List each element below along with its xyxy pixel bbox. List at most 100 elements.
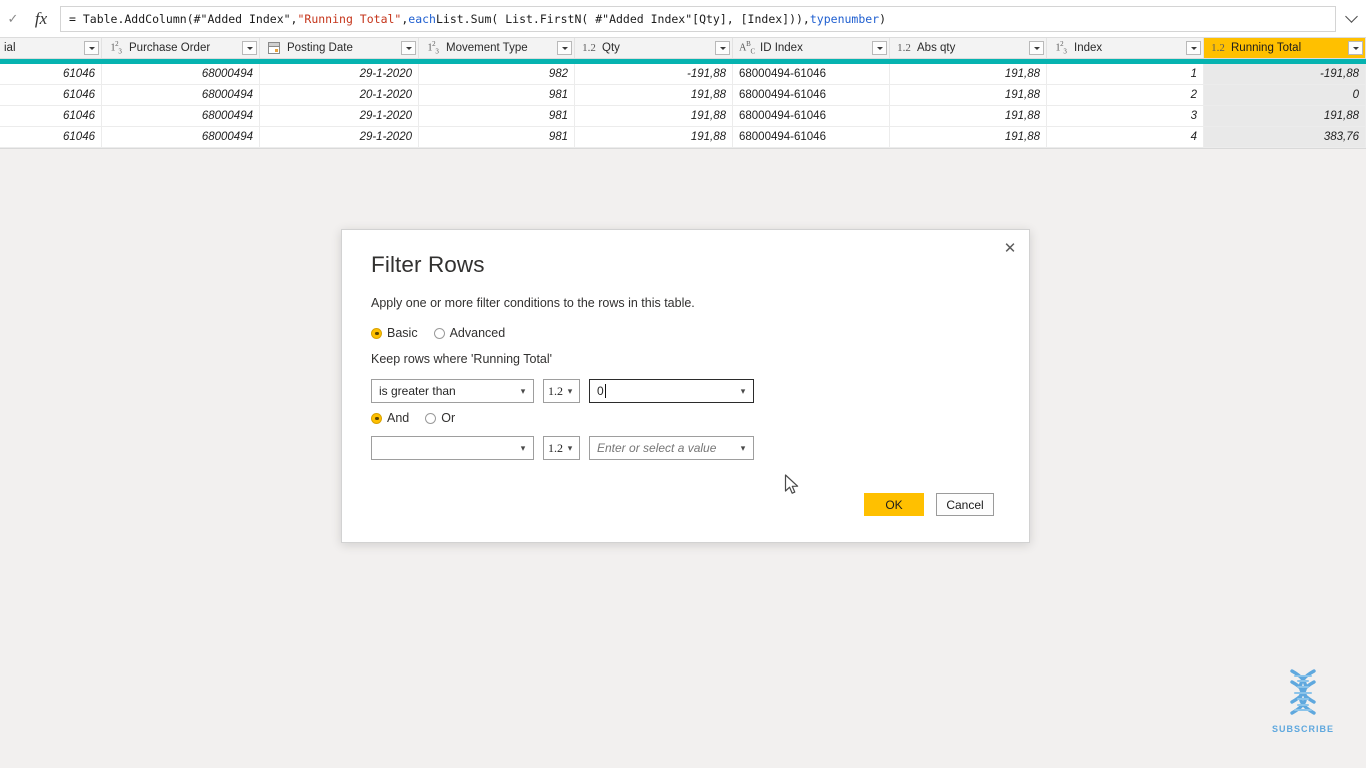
cell-ial[interactable]: 61046 <box>0 127 102 147</box>
cell-running-total[interactable]: 383,76 <box>1204 127 1366 147</box>
column-header-label: Index <box>1074 42 1103 54</box>
cell-posting-date[interactable]: 29-1-2020 <box>260 106 419 126</box>
abc-text-icon: ABC <box>739 40 755 56</box>
conjunction-radio-group: And Or <box>371 411 471 425</box>
cell-index[interactable]: 4 <box>1047 127 1204 147</box>
cell-purchase-order[interactable]: 68000494 <box>102 64 260 84</box>
radio-or-label: Or <box>441 411 456 425</box>
column-filter-dropdown[interactable] <box>84 41 99 55</box>
cell-running-total[interactable]: 0 <box>1204 85 1366 105</box>
cell-index[interactable]: 2 <box>1047 85 1204 105</box>
dialog-title: Filter Rows <box>371 252 485 277</box>
cell-id-index[interactable]: 68000494-61046 <box>733 127 890 147</box>
grid-bottom-border <box>0 148 1366 149</box>
subscribe-watermark: SUBSCRIBE <box>1264 668 1342 734</box>
column-header-label: Posting Date <box>287 42 353 54</box>
condition1-value-input[interactable]: 0 ▾ <box>589 379 754 403</box>
cell-qty[interactable]: 191,88 <box>575 127 733 147</box>
column-header-id-index[interactable]: ABC ID Index <box>733 38 890 58</box>
cell-qty[interactable]: 191,88 <box>575 85 733 105</box>
radio-or[interactable]: Or <box>425 411 455 425</box>
table-row[interactable]: 61046 68000494 20-1-2020 981 191,88 68000494-… <box>0 85 1366 106</box>
table-row[interactable]: 61046 68000494 29-1-2020 982 -191,88 68000494… <box>0 64 1366 85</box>
cell-purchase-order[interactable]: 68000494 <box>102 85 260 105</box>
radio-or-indicator <box>425 412 437 424</box>
cell-posting-date[interactable]: 20-1-2020 <box>260 85 419 105</box>
column-header-purchase-order[interactable]: 123 Purchase Order <box>102 38 260 58</box>
cell-movement-type[interactable]: 981 <box>419 85 575 105</box>
radio-advanced[interactable]: Advanced <box>433 326 505 340</box>
cell-ial[interactable]: 61046 <box>0 64 102 84</box>
dialog-subtitle: Apply one or more filter conditions to t… <box>371 296 695 310</box>
formula-input[interactable]: = Table.AddColumn(#"Added Index", "Runni… <box>60 5 1336 32</box>
dna-helix-icon <box>1290 669 1316 715</box>
cancel-button[interactable]: Cancel <box>936 493 994 516</box>
column-header-ial[interactable]: ial <box>0 38 102 58</box>
condition1-type-value: 1.2 <box>548 383 563 398</box>
cell-qty[interactable]: -191,88 <box>575 64 733 84</box>
commit-checkmark-icon[interactable]: ✓ <box>2 5 24 33</box>
formula-expand-button[interactable] <box>1336 1 1366 37</box>
condition1-operator-value: is greater than <box>379 384 456 398</box>
column-filter-dropdown[interactable] <box>1348 41 1363 55</box>
column-filter-dropdown[interactable] <box>401 41 416 55</box>
cell-ial[interactable]: 61046 <box>0 85 102 105</box>
cell-purchase-order[interactable]: 68000494 <box>102 127 260 147</box>
column-filter-dropdown[interactable] <box>1186 41 1201 55</box>
column-header-running-total[interactable]: 1.2 Running Total <box>1204 38 1366 58</box>
cell-abs-qty[interactable]: 191,88 <box>890 127 1047 147</box>
condition2-type-select[interactable]: 1.2 ▾ <box>543 436 580 460</box>
cell-index[interactable]: 1 <box>1047 64 1204 84</box>
cell-ial[interactable]: 61046 <box>0 106 102 126</box>
formula-part-1: = Table.AddColumn(#"Added Index", <box>69 11 298 26</box>
column-header-movement-type[interactable]: 123 Movement Type <box>419 38 575 58</box>
cell-running-total[interactable]: 191,88 <box>1204 106 1366 126</box>
cell-posting-date[interactable]: 29-1-2020 <box>260 127 419 147</box>
dialog-close-button[interactable]: ✕ <box>995 234 1025 262</box>
column-filter-dropdown[interactable] <box>557 41 572 55</box>
subscribe-label: SUBSCRIBE <box>1271 724 1334 734</box>
formula-part-3: List.Sum( List.FirstN( #"Added Index"[Qt… <box>435 11 810 26</box>
column-header-posting-date[interactable]: Posting Date <box>260 38 419 58</box>
cell-movement-type[interactable]: 982 <box>419 64 575 84</box>
cell-movement-type[interactable]: 981 <box>419 106 575 126</box>
column-header-label: Movement Type <box>446 42 528 54</box>
table-row[interactable]: 61046 68000494 29-1-2020 981 191,88 68000494-… <box>0 127 1366 148</box>
cell-index[interactable]: 3 <box>1047 106 1204 126</box>
condition2-value-input[interactable]: Enter or select a value ▾ <box>589 436 754 460</box>
cell-qty[interactable]: 191,88 <box>575 106 733 126</box>
cell-abs-qty[interactable]: 191,88 <box>890 106 1047 126</box>
column-filter-dropdown[interactable] <box>1029 41 1044 55</box>
table-body: 61046 68000494 29-1-2020 982 -191,88 68000494… <box>0 64 1366 148</box>
condition1-type-select[interactable]: 1.2 ▾ <box>543 379 580 403</box>
cell-posting-date[interactable]: 29-1-2020 <box>260 64 419 84</box>
formula-part-2: , <box>401 11 409 26</box>
cell-running-total[interactable]: -191,88 <box>1204 64 1366 84</box>
cell-purchase-order[interactable]: 68000494 <box>102 106 260 126</box>
column-header-qty[interactable]: 1.2 Qty <box>575 38 733 58</box>
chevron-down-icon: ▾ <box>740 442 746 453</box>
formula-keyword-each: each <box>408 11 436 26</box>
condition1-operator-select[interactable]: is greater than ▾ <box>371 379 534 403</box>
condition-row-1: is greater than ▾ 1.2 ▾ 0 ▾ <box>371 379 754 403</box>
column-header-index[interactable]: 123 Index <box>1047 38 1204 58</box>
column-header-abs-qty[interactable]: 1.2 Abs qty <box>890 38 1047 58</box>
table-row[interactable]: 61046 68000494 29-1-2020 981 191,88 68000494-… <box>0 106 1366 127</box>
condition2-operator-select[interactable]: ▾ <box>371 436 534 460</box>
column-filter-dropdown[interactable] <box>715 41 730 55</box>
cell-id-index[interactable]: 68000494-61046 <box>733 85 890 105</box>
cell-id-index[interactable]: 68000494-61046 <box>733 64 890 84</box>
cell-movement-type[interactable]: 981 <box>419 127 575 147</box>
column-filter-dropdown[interactable] <box>242 41 257 55</box>
formula-keyword-type: type <box>809 11 838 26</box>
cell-abs-qty[interactable]: 191,88 <box>890 85 1047 105</box>
radio-and[interactable]: And <box>371 411 409 425</box>
ok-button[interactable]: OK <box>864 493 924 516</box>
column-header-label: Purchase Order <box>129 42 211 54</box>
table-header-row: ial 123 Purchase Order Posting Date 123 Movem… <box>0 38 1366 59</box>
cell-id-index[interactable]: 68000494-61046 <box>733 106 890 126</box>
cell-abs-qty[interactable]: 191,88 <box>890 64 1047 84</box>
number-123-icon: 123 <box>427 40 439 56</box>
radio-basic[interactable]: Basic <box>371 326 418 340</box>
column-filter-dropdown[interactable] <box>872 41 887 55</box>
